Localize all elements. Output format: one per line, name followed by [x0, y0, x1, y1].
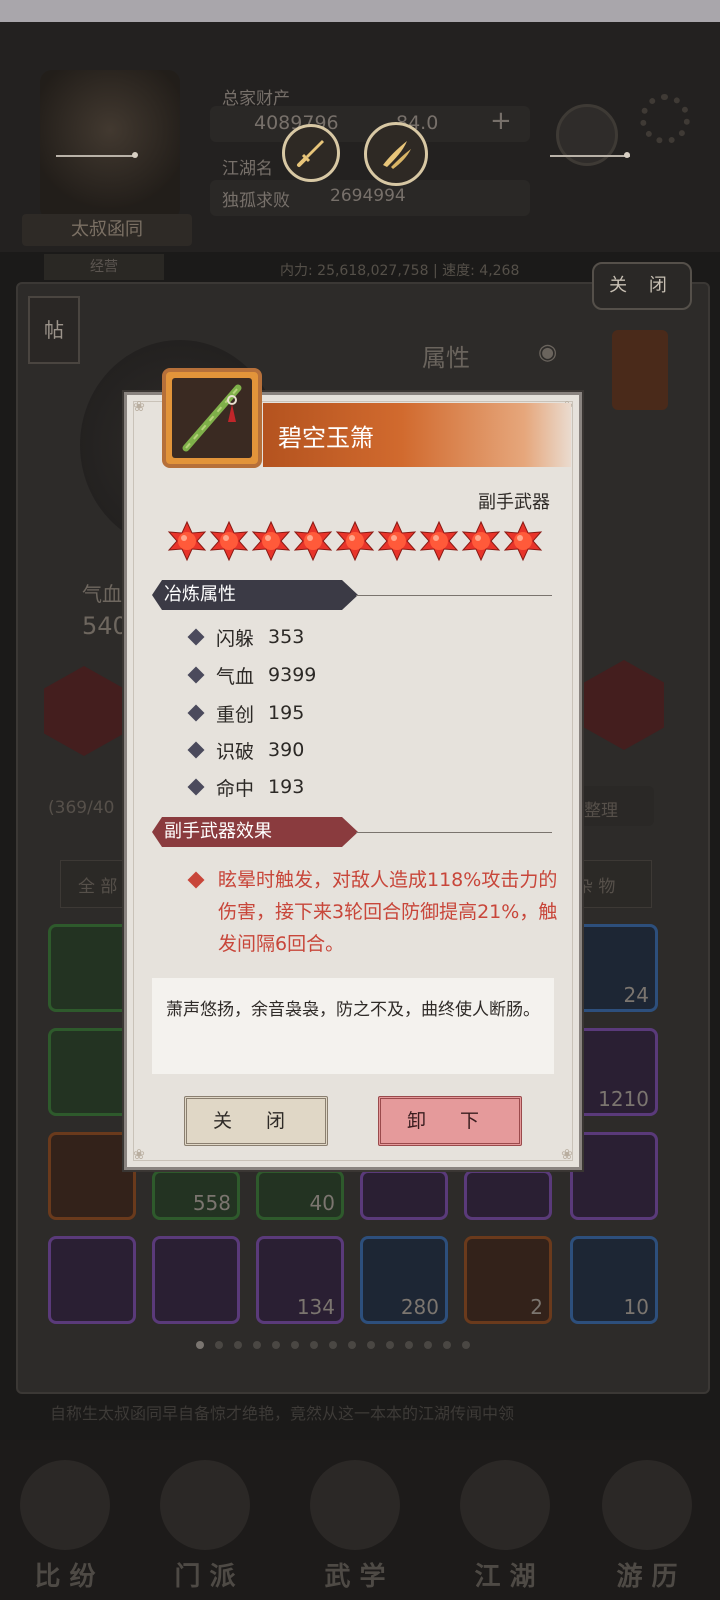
story-text: 自称生太叔函同早自备惊才绝艳，竟然从这一本本的江湖传闻中领 [50, 1404, 515, 1423]
bag-count: (369/40 [48, 798, 115, 818]
panel-close-button[interactable]: 关 闭 [592, 262, 692, 310]
inventory-tile[interactable] [48, 1028, 136, 1116]
attr-value: 9399 [268, 664, 317, 686]
sword-button[interactable] [282, 124, 340, 182]
corner-ornament: ❀ [561, 1147, 573, 1163]
nav-icon [310, 1460, 400, 1550]
attr-value: 193 [268, 776, 305, 798]
attr-row: 命中 193 [187, 772, 305, 802]
inventory-tile[interactable]: 134 [256, 1236, 344, 1324]
nav-item-wuxue[interactable]: 武 学 [300, 1460, 410, 1592]
deco-dot-right [624, 152, 630, 158]
inventory-tile[interactable] [464, 1170, 552, 1220]
nav-icon [602, 1460, 692, 1550]
attr-title: 属性 [422, 344, 470, 372]
daggers-icon [383, 141, 411, 169]
attr-value: 390 [268, 739, 305, 761]
star-icon [335, 520, 375, 562]
inventory-tile[interactable]: 40 [256, 1170, 344, 1220]
effect-description: 眩晕时触发，对敌人造成118%攻击力的伤害，接下来3轮回合防御提高21%，触发间… [187, 864, 560, 960]
corner-ornament: ❀ [133, 399, 145, 415]
section-divider [356, 832, 552, 833]
attr-row: 识破 390 [187, 735, 305, 765]
effect-text: 眩晕时触发，对敌人造成118%攻击力的伤害，接下来3轮回合防御提高21%，触发间… [218, 869, 558, 955]
sort-label: 整理 [584, 801, 618, 821]
section-divider [356, 595, 552, 596]
item-name: 碧空玉箫 [278, 424, 374, 452]
corner-ornament: ❀ [133, 1147, 145, 1163]
power-stats: 内力: 25,618,027,758 | 速度: 4,268 [280, 263, 520, 279]
nav-item-bifen[interactable]: 比 纷 [10, 1460, 120, 1592]
deco-dot-left [132, 152, 138, 158]
deco-line-right [550, 155, 630, 157]
page-indicator [196, 1334, 516, 1349]
player-name: 太叔函同 [22, 214, 192, 246]
eye-icon[interactable]: ◉ [538, 340, 557, 365]
close-button[interactable]: 关 闭 [184, 1096, 328, 1146]
star-icon [251, 520, 291, 562]
attr-row: 闪躲 353 [187, 622, 305, 652]
section-effect-header: 副手武器效果 [152, 817, 358, 847]
diamond-icon [187, 628, 205, 646]
unequip-button[interactable]: 卸 下 [378, 1096, 522, 1146]
inventory-tile[interactable]: 1210 [570, 1028, 658, 1116]
inventory-tile[interactable] [48, 1236, 136, 1324]
attr-value: 195 [268, 702, 305, 724]
star-icon [461, 520, 501, 562]
star-icon [209, 520, 249, 562]
nav-icon [20, 1460, 110, 1550]
star-icon [419, 520, 459, 562]
diamond-icon [187, 778, 205, 796]
add-gold-icon[interactable]: + [490, 106, 512, 136]
gear-icon[interactable] [640, 94, 690, 144]
inventory-tile[interactable] [360, 1170, 448, 1220]
tab-all[interactable]: 全 部 [78, 872, 117, 897]
item-icon-frame [162, 368, 262, 468]
undefeated-label: 独孤求败 [222, 191, 290, 211]
star-rating [166, 520, 546, 562]
inventory-tile[interactable]: 280 [360, 1236, 448, 1324]
inventory-tile[interactable] [48, 924, 136, 1012]
diamond-icon [187, 704, 205, 722]
undefeated-value: 2694994 [330, 186, 406, 206]
nav-icon [460, 1460, 550, 1550]
attr-row: 重创 195 [187, 698, 305, 728]
player-avatar[interactable] [40, 70, 180, 220]
nav-item-jianghu[interactable]: 江 湖 [450, 1460, 560, 1592]
jade-flute-icon [182, 384, 242, 452]
player-rank: 经营 [44, 254, 164, 280]
deco-line-left [56, 155, 136, 157]
star-icon [293, 520, 333, 562]
diamond-icon [187, 871, 205, 889]
nav-item-menpai[interactable]: 门 派 [150, 1460, 260, 1592]
inventory-tile[interactable]: 2 [464, 1236, 552, 1324]
region-label: 江湖名 [222, 159, 273, 179]
section-refine-header: 冶炼属性 [152, 580, 358, 610]
daggers-button[interactable] [364, 122, 428, 186]
hp-label: 气血 [82, 582, 122, 606]
inventory-tile[interactable] [570, 1132, 658, 1220]
inventory-tile[interactable]: 10 [570, 1236, 658, 1324]
item-type: 副手武器 [478, 492, 550, 513]
sword-icon [297, 140, 324, 167]
tassel-ornament[interactable] [612, 330, 668, 410]
inventory-tile[interactable] [152, 1236, 240, 1324]
diamond-icon [187, 666, 205, 684]
nav-icon [160, 1460, 250, 1550]
inventory-tile[interactable] [48, 1132, 136, 1220]
diamond-icon [187, 741, 205, 759]
hp-value: 540 [82, 612, 128, 640]
item-flavor-text: 萧声悠扬，余音袅袅，防之不及，曲终使人断肠。 [152, 978, 554, 1074]
status-strip [0, 0, 720, 22]
nav-item-youli[interactable]: 游 历 [592, 1460, 702, 1592]
star-icon [377, 520, 417, 562]
inventory-tile[interactable]: 24 [570, 924, 658, 1012]
star-icon [503, 520, 543, 562]
star-icon [167, 520, 207, 562]
attr-row: 气血 9399 [187, 660, 317, 690]
attr-value: 353 [268, 626, 305, 648]
tie-button[interactable]: 帖 [28, 296, 80, 364]
inventory-tile[interactable]: 558 [152, 1170, 240, 1220]
